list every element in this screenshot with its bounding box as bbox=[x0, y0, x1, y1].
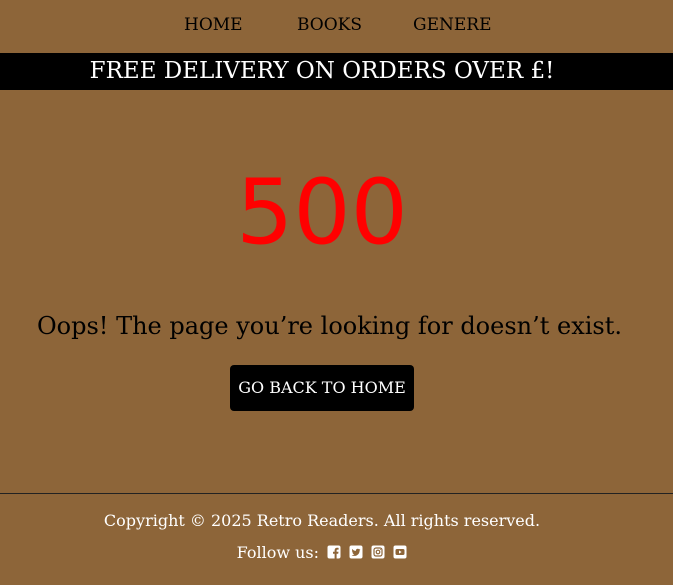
promo-banner-text: FREE DELIVERY ON ORDERS OVER £! bbox=[89, 58, 555, 84]
youtube-square-icon[interactable] bbox=[393, 545, 407, 559]
instagram-square-icon[interactable] bbox=[371, 545, 385, 559]
error-message: Oops! The page you’re looking for doesn’… bbox=[37, 312, 623, 340]
footer-divider bbox=[0, 493, 673, 494]
nav-genere-link[interactable]: GENERE bbox=[413, 14, 491, 36]
error-code: 500 bbox=[236, 160, 408, 265]
facebook-square-icon[interactable] bbox=[327, 545, 341, 559]
nav-home-link[interactable]: HOME bbox=[184, 14, 243, 36]
nav-books-link[interactable]: BOOKS bbox=[297, 14, 362, 36]
copyright-text: Copyright © 2025 Retro Readers. All righ… bbox=[103, 511, 541, 530]
promo-banner: FREE DELIVERY ON ORDERS OVER £! bbox=[0, 53, 673, 90]
top-nav: HOME BOOKS GENERE bbox=[0, 0, 673, 53]
twitter-square-icon[interactable] bbox=[349, 545, 363, 559]
go-back-home-button[interactable]: GO BACK TO HOME bbox=[230, 365, 414, 411]
follow-us: Follow us: bbox=[0, 542, 644, 564]
follow-us-label: Follow us: bbox=[236, 543, 320, 562]
